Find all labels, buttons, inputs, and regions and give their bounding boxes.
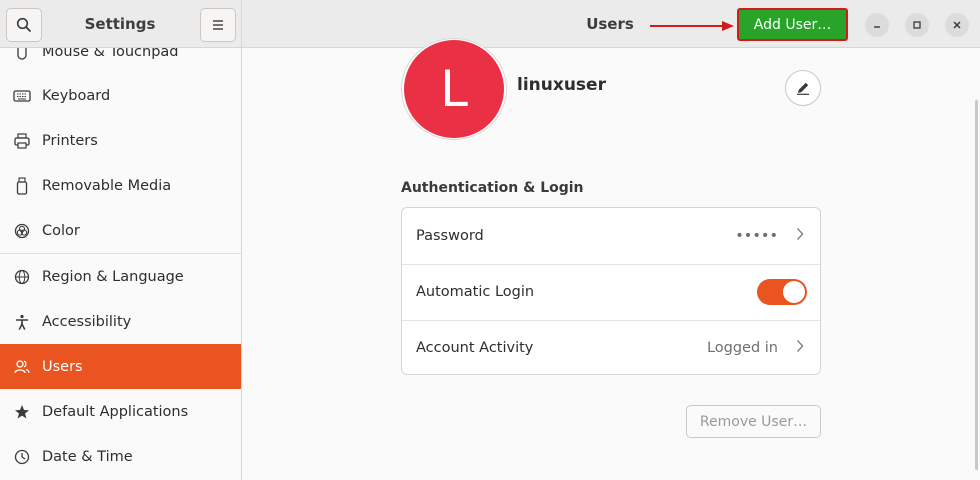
minimize-icon xyxy=(874,26,880,28)
removable-media-icon xyxy=(13,176,31,195)
account-activity-row[interactable]: Account Activity Logged in xyxy=(402,320,820,376)
automatic-login-row: Automatic Login xyxy=(402,264,820,320)
password-row[interactable]: Password ••••• xyxy=(402,208,820,264)
close-button[interactable] xyxy=(945,13,969,37)
sidebar-item-label: Accessibility xyxy=(42,313,132,330)
password-value: ••••• xyxy=(735,228,778,244)
sidebar-item-label: Removable Media xyxy=(42,177,172,194)
annotation-arrow xyxy=(650,21,734,31)
sidebar-item-mouse-touchpad[interactable]: Mouse & Touchpad xyxy=(0,48,241,74)
sidebar: Mouse & Touchpad Keyboard Printers Remov… xyxy=(0,48,242,480)
minimize-button[interactable] xyxy=(865,13,889,37)
page-title: Users xyxy=(586,15,634,33)
scrollbar[interactable] xyxy=(975,100,978,470)
sidebar-item-label: Date & Time xyxy=(42,448,133,465)
sidebar-item-label: Color xyxy=(42,222,80,239)
sidebar-item-accessibility[interactable]: Accessibility xyxy=(0,299,241,344)
chevron-right-icon xyxy=(796,227,804,245)
sidebar-item-label: Keyboard xyxy=(42,87,111,104)
search-button[interactable] xyxy=(6,8,42,42)
sidebar-item-default-applications[interactable]: Default Applications xyxy=(0,389,241,434)
automatic-login-toggle[interactable] xyxy=(757,279,807,305)
menu-button[interactable] xyxy=(200,8,236,42)
accessibility-icon xyxy=(13,313,31,331)
toggle-knob xyxy=(783,281,805,303)
maximize-icon xyxy=(913,21,921,29)
section-title: Authentication & Login xyxy=(401,180,584,196)
sidebar-item-removable-media[interactable]: Removable Media xyxy=(0,163,241,208)
sidebar-item-label: Default Applications xyxy=(42,403,189,420)
edit-username-button[interactable] xyxy=(785,70,821,106)
chevron-right-icon xyxy=(796,339,804,357)
search-icon xyxy=(16,17,31,32)
keyboard-icon xyxy=(13,87,31,105)
sidebar-item-label: Printers xyxy=(42,132,98,149)
account-activity-label: Account Activity xyxy=(416,340,534,356)
star-icon xyxy=(13,403,31,421)
sidebar-item-region-language[interactable]: Region & Language xyxy=(0,254,241,299)
sidebar-item-label: Users xyxy=(42,358,83,375)
sidebar-item-date-time[interactable]: Date & Time xyxy=(0,434,241,479)
printer-icon xyxy=(13,132,31,150)
sidebar-title: Settings xyxy=(84,15,156,33)
hamburger-icon xyxy=(213,20,223,30)
sidebar-header: Settings xyxy=(0,0,242,48)
close-icon xyxy=(953,21,961,29)
auth-card: Password ••••• Automatic Login Account A… xyxy=(401,207,821,375)
mouse-icon xyxy=(13,48,31,61)
globe-icon xyxy=(13,268,31,286)
add-user-button[interactable]: Add User… xyxy=(737,8,848,41)
password-label: Password xyxy=(416,228,484,244)
sidebar-item-keyboard[interactable]: Keyboard xyxy=(0,73,241,118)
username[interactable]: linuxuser xyxy=(517,75,606,95)
remove-user-button[interactable]: Remove User… xyxy=(686,405,821,438)
automatic-login-label: Automatic Login xyxy=(416,284,535,300)
color-icon xyxy=(13,222,31,240)
sidebar-item-users[interactable]: Users xyxy=(0,344,241,389)
header-bar: Settings Users Add User… xyxy=(0,0,980,48)
sidebar-item-printers[interactable]: Printers xyxy=(0,118,241,163)
sidebar-item-label: Region & Language xyxy=(42,268,184,285)
avatar[interactable]: L xyxy=(404,40,504,138)
sidebar-item-label: Mouse & Touchpad xyxy=(42,48,179,60)
clock-icon xyxy=(13,448,31,466)
maximize-button[interactable] xyxy=(905,13,929,37)
users-icon xyxy=(13,358,31,376)
account-activity-value: Logged in xyxy=(706,340,778,356)
pencil-icon xyxy=(797,82,809,95)
sidebar-item-color[interactable]: Color xyxy=(0,208,241,253)
